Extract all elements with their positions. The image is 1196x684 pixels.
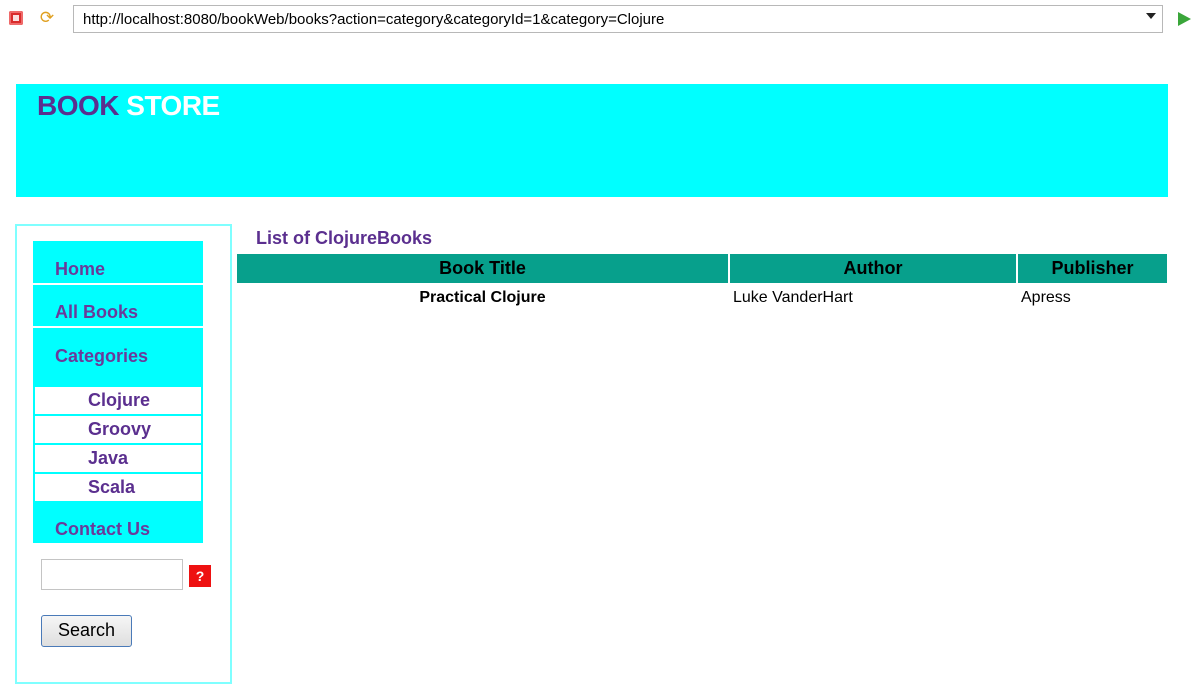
list-title: List of ClojureBooks [256,228,433,248]
search-input[interactable] [41,559,183,590]
category-item-java[interactable]: Java [33,444,203,473]
sidebar: Home All Books Categories Clojure Groovy… [15,224,232,684]
category-item-scala[interactable]: Scala [33,473,203,502]
nav-categories[interactable]: Categories [33,328,203,386]
header-banner: BOOK STORE [16,84,1168,197]
site-logo[interactable]: BOOK STORE [37,90,220,122]
nav-contact-us[interactable]: Contact Us [33,502,203,543]
category-item-clojure[interactable]: Clojure [33,386,203,415]
url-text[interactable]: http://localhost:8080/bookWeb/books?acti… [83,11,664,28]
column-header-author: Author [730,254,1016,283]
nav-all-books[interactable]: All Books [33,285,203,328]
stop-icon[interactable] [9,11,23,25]
help-icon[interactable]: ? [189,565,211,587]
refresh-icon[interactable]: ⟳ [37,8,57,28]
brand-word-store: STORE [126,90,220,121]
column-header-book-title: Book Title [237,254,728,283]
cell-book-title[interactable]: Practical Clojure [237,289,728,307]
address-bar[interactable]: http://localhost:8080/bookWeb/books?acti… [73,5,1163,33]
cell-author: Luke VanderHart [733,289,853,306]
column-header-publisher: Publisher [1018,254,1167,283]
cell-publisher: Apress [1021,289,1071,306]
go-arrow-icon[interactable] [1178,12,1191,26]
nav-home[interactable]: Home [33,241,203,285]
chevron-down-icon[interactable] [1146,13,1156,19]
brand-word-book: BOOK [37,90,120,121]
search-button[interactable]: Search [41,615,132,647]
browser-toolbar: ⟳ http://localhost:8080/bookWeb/books?ac… [0,0,1196,38]
category-item-groovy[interactable]: Groovy [33,415,203,444]
